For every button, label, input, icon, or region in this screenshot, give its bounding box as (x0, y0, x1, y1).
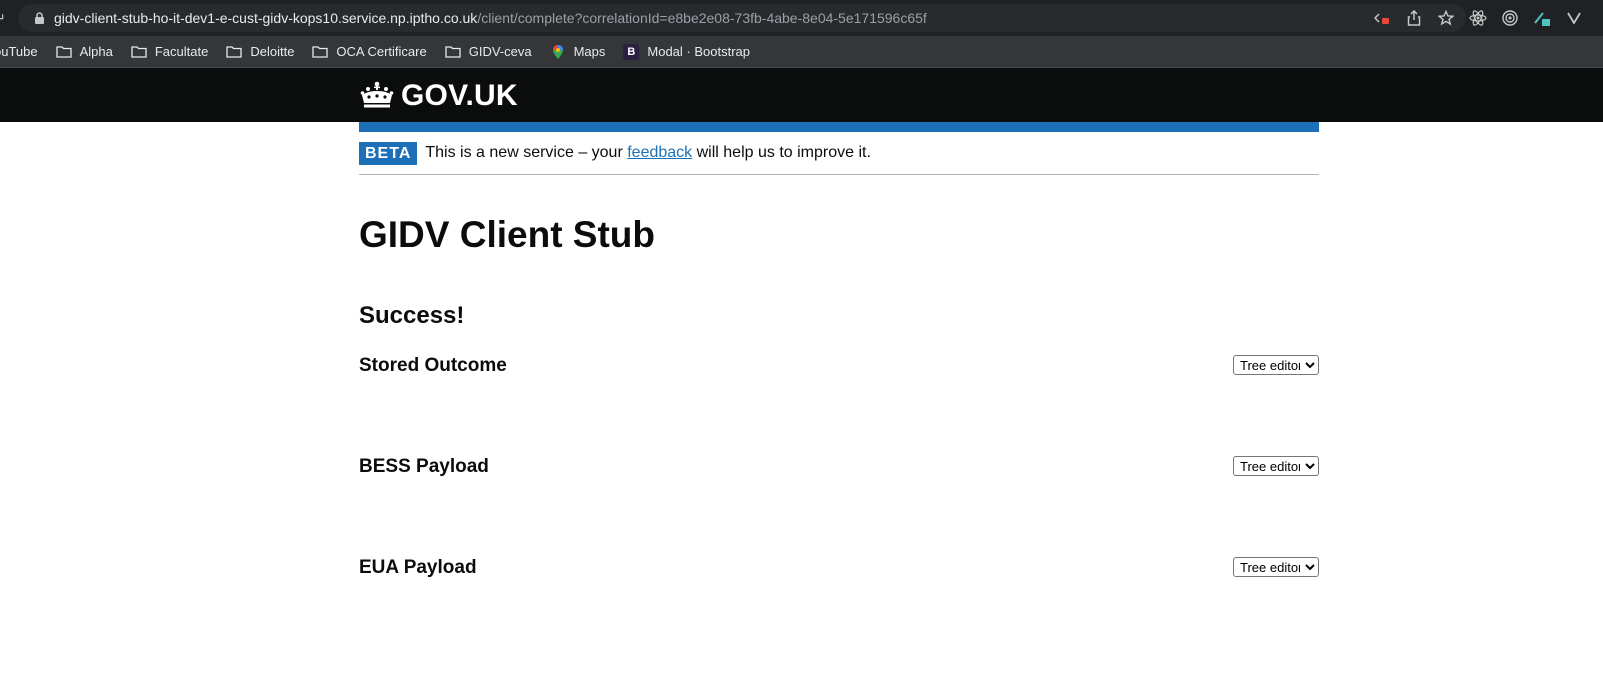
bookmark-label: Facultate (154, 44, 209, 59)
phase-text-after: will help us to improve it. (692, 144, 871, 161)
bookmark-label: OCA Certificare (336, 44, 427, 59)
folder-icon (226, 46, 242, 58)
toolbar-icons (1370, 6, 1594, 30)
browser-toolbar: ↵ gidv-client-stub-ho-it-dev1-e-cust-gid… (0, 0, 1603, 36)
folder-icon (131, 46, 147, 58)
address-bar[interactable]: gidv-client-stub-ho-it-dev1-e-cust-gidv-… (18, 4, 1466, 32)
url-host: gidv-client-stub-ho-it-dev1-e-cust-gidv-… (54, 10, 478, 26)
bookmark-deloitte[interactable]: Deloitte (226, 44, 294, 59)
devtools-icon[interactable] (1370, 6, 1394, 30)
react-icon[interactable] (1466, 6, 1490, 30)
bookmark-label: Deloitte (250, 44, 295, 59)
bookmark-label: Alpha (79, 44, 113, 59)
feedback-link[interactable]: feedback (627, 144, 692, 161)
stored-outcome-heading: Stored Outcome (359, 355, 507, 376)
bookmark-youtube[interactable]: ouTube (0, 44, 38, 59)
phase-banner-text: This is a new service – your feedback wi… (425, 144, 871, 162)
bookmark-label: GIDV-ceva (468, 44, 532, 59)
folder-icon (312, 46, 329, 58)
bookmark-modal-bootstrap[interactable]: B Modal · Bootstrap (623, 43, 750, 60)
bookmark-gidv-ceva[interactable]: GIDV-ceva (445, 44, 532, 59)
bookmark-facultate[interactable]: Facultate (131, 44, 208, 59)
lock-icon[interactable] (32, 11, 46, 25)
stored-outcome-editor-mode-select[interactable]: Tree editor (1233, 355, 1319, 375)
header-blue-border (359, 122, 1319, 132)
bookmark-alpha[interactable]: Alpha (55, 44, 113, 59)
bess-payload-heading: BESS Payload (359, 456, 489, 477)
menu-chevron-icon[interactable] (1562, 6, 1586, 30)
govuk-logo-text: GOV.UK (401, 79, 518, 112)
back-arrow-icon[interactable]: ↵ (0, 10, 6, 27)
success-heading: Success! (359, 302, 465, 329)
bookmark-oca-certificare[interactable]: OCA Certificare (312, 44, 427, 59)
url-path: /client/complete?correlationId=e8be2e08-… (477, 10, 927, 26)
crown-icon (360, 81, 394, 108)
govuk-logo-link[interactable]: GOV.UK (359, 79, 518, 113)
extension-icon[interactable] (1530, 6, 1554, 30)
folder-icon (445, 46, 461, 58)
bookmark-label: Maps (573, 44, 606, 59)
bess-payload-editor-mode-select[interactable]: Tree editor (1233, 456, 1319, 476)
maps-pin-icon (552, 44, 563, 59)
eua-payload-editor-mode-select[interactable]: Tree editor (1233, 557, 1319, 577)
bookmark-star-icon[interactable] (1434, 6, 1458, 30)
bootstrap-icon: B (623, 43, 640, 60)
beta-tag: BETA (359, 141, 418, 165)
folder-icon (55, 46, 72, 58)
target-icon[interactable] (1498, 6, 1522, 30)
phase-text-before: This is a new service – your (425, 144, 628, 161)
bookmark-label: ouTube (0, 44, 38, 59)
bookmarks-bar: ouTube Alpha Facultate Deloitte OCA Cert… (0, 36, 1603, 68)
bookmark-label: Modal · Bootstrap (647, 44, 750, 59)
eua-payload-heading: EUA Payload (359, 557, 477, 578)
phase-banner: BETA This is a new service – your feedba… (359, 132, 1319, 175)
govuk-header: GOV.UK (0, 68, 1603, 122)
page-title: GIDV Client Stub (359, 214, 655, 255)
bookmark-maps[interactable]: Maps (550, 44, 606, 60)
share-icon[interactable] (1402, 6, 1426, 30)
